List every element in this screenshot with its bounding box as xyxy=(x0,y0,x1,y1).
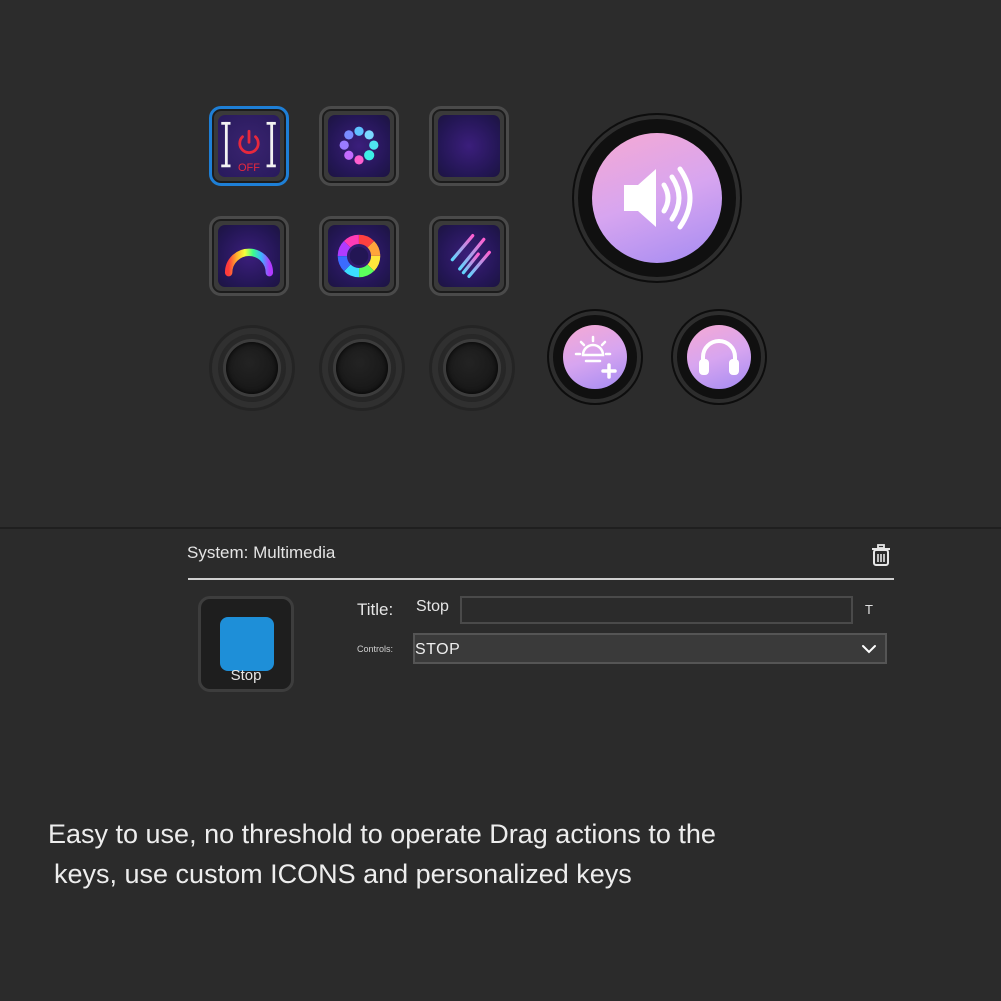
meteor-icon xyxy=(450,234,491,278)
meteor-key[interactable] xyxy=(429,216,509,296)
device-preview-area: OFF xyxy=(0,0,1001,527)
controls-label: Controls: xyxy=(357,644,394,654)
color-wheel-icon xyxy=(337,234,381,278)
headphones-icon xyxy=(699,339,739,375)
key-preview[interactable]: Stop xyxy=(198,596,294,692)
power-off-key[interactable]: OFF xyxy=(209,106,289,186)
rainbow-arc-icon xyxy=(224,248,274,277)
volume-button[interactable] xyxy=(578,119,736,277)
text-format-icon[interactable]: T xyxy=(865,602,873,617)
stop-icon xyxy=(220,617,274,671)
key-preview-label: Stop xyxy=(230,667,262,684)
knob-2[interactable] xyxy=(322,328,402,408)
title-label: Title: xyxy=(357,600,394,619)
caption-line-1: Easy to use, no threshold to operate Dra… xyxy=(48,819,716,849)
equalizer-icon xyxy=(447,125,489,165)
caption-line-2: keys, use custom ICONS and personalized … xyxy=(54,859,632,889)
equalizer-key[interactable] xyxy=(429,106,509,186)
speaker-icon xyxy=(624,166,693,230)
panel-title-underline xyxy=(188,578,894,580)
brightness-up-button[interactable] xyxy=(553,315,637,399)
dots-circle-key[interactable] xyxy=(319,106,399,186)
brightness-plus-icon xyxy=(574,335,617,379)
knob-3[interactable] xyxy=(432,328,512,408)
controls-select[interactable]: STOP xyxy=(413,633,887,664)
title-value[interactable]: Stop xyxy=(416,598,449,616)
headphones-button[interactable] xyxy=(677,315,761,399)
trash-icon[interactable] xyxy=(869,543,893,567)
color-wheel-key[interactable] xyxy=(319,216,399,296)
rainbow-arc-key[interactable] xyxy=(209,216,289,296)
dots-ring-icon xyxy=(339,126,379,165)
power-off-text: OFF xyxy=(238,162,260,174)
section-divider xyxy=(0,527,1001,529)
caption: Easy to use, no threshold to operate Dra… xyxy=(48,814,948,894)
chevron-down-icon xyxy=(862,645,876,654)
title-input[interactable] xyxy=(460,596,853,624)
knob-1[interactable] xyxy=(212,328,292,408)
panel-title: System: Multimedia xyxy=(187,543,336,562)
controls-value: STOP xyxy=(415,641,461,658)
